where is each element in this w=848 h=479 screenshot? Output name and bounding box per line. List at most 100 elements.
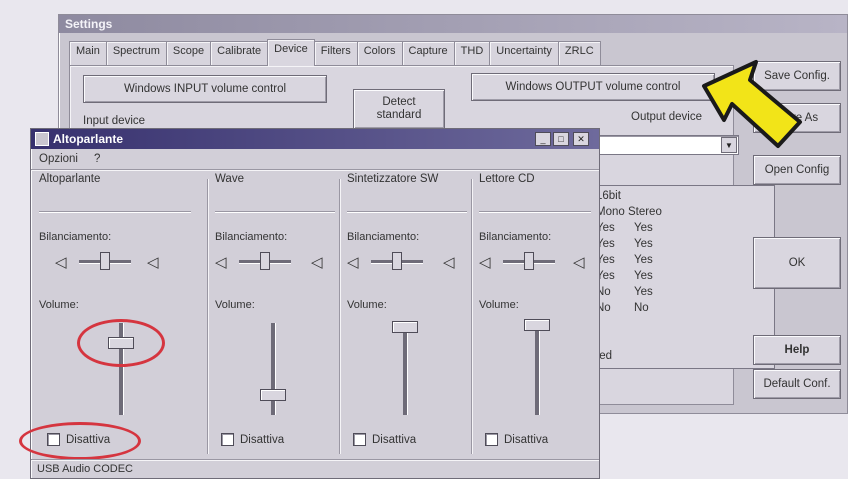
highlight-circle-mute: [19, 422, 141, 460]
default-conf-button[interactable]: Default Conf.: [753, 369, 841, 399]
volume-label: Volume:: [215, 299, 255, 311]
settings-tabs: Main Spectrum Scope Calibrate Device Fil…: [69, 39, 601, 66]
tab-uncertainty[interactable]: Uncertainty: [489, 41, 559, 65]
channel-lettore-cd: Lettore CD Bilanciamento: ◁ ◁ Volume: Di…: [479, 173, 595, 463]
capability-table: 16bit Mono Stereo Yes Yes Yes Yes Yes Yes Y…: [589, 185, 775, 369]
balance-slider[interactable]: ◁ ◁: [55, 251, 165, 273]
capability-cell: Yes: [596, 222, 615, 234]
mute-label: Disattiva: [240, 433, 285, 446]
mute-checkbox[interactable]: [221, 433, 234, 446]
output-device-label: Output device: [631, 111, 702, 123]
yellow-pointer-arrow-icon: [702, 60, 802, 148]
volume-thumb[interactable]: [260, 389, 286, 401]
right-speaker-icon: ◁: [147, 254, 159, 271]
capability-cell: Yes: [596, 270, 615, 282]
detect-standard-button[interactable]: Detect standard: [353, 89, 445, 129]
maximize-icon[interactable]: □: [553, 132, 569, 146]
balance-slider[interactable]: ◁ ◁: [347, 251, 463, 273]
volume-slider[interactable]: [271, 323, 275, 415]
right-speaker-icon: ◁: [443, 254, 455, 271]
ok-button[interactable]: OK: [753, 237, 841, 289]
capability-cell: Yes: [634, 270, 653, 282]
tab-capture[interactable]: Capture: [401, 41, 455, 65]
mute-label: Disattiva: [372, 433, 417, 446]
mixer-status-bar: USB Audio CODEC: [37, 463, 133, 475]
capability-cell: No: [596, 302, 611, 314]
capability-cell: Yes: [634, 254, 653, 266]
balance-thumb[interactable]: [100, 252, 110, 270]
capability-cell: Yes: [634, 286, 653, 298]
channel-wave: Wave Bilanciamento: ◁ ◁ Volume: Disattiv…: [215, 173, 341, 463]
balance-label: Bilanciamento:: [479, 231, 552, 243]
balance-label: Bilanciamento:: [215, 231, 288, 243]
channel-title: Wave: [215, 173, 244, 185]
speaker-app-icon: [35, 132, 49, 146]
right-speaker-icon: ◁: [573, 254, 585, 271]
mute-checkbox-row[interactable]: Disattiva: [485, 433, 548, 446]
balance-slider[interactable]: ◁ ◁: [479, 251, 591, 273]
channel-separator: [471, 179, 472, 454]
mute-checkbox-row[interactable]: Disattiva: [353, 433, 416, 446]
left-speaker-icon: ◁: [479, 254, 491, 271]
settings-title-bar: Settings: [59, 15, 847, 33]
volume-slider[interactable]: [535, 323, 539, 415]
volume-label: Volume:: [39, 299, 79, 311]
capability-cell: No: [634, 302, 649, 314]
volume-label: Volume:: [479, 299, 519, 311]
volume-thumb[interactable]: [524, 319, 550, 331]
minimize-icon[interactable]: _: [535, 132, 551, 146]
tab-calibrate[interactable]: Calibrate: [210, 41, 269, 65]
tab-colors[interactable]: Colors: [356, 41, 403, 65]
mute-checkbox-row[interactable]: Disattiva: [221, 433, 284, 446]
mute-label: Disattiva: [504, 433, 549, 446]
volume-slider[interactable]: [403, 323, 407, 415]
channel-title: Sintetizzatore SW: [347, 173, 439, 185]
capability-cell: Yes: [596, 238, 615, 250]
volume-mixer-window: Altoparlante _ □ ✕ Opzioni ? Altoparlant…: [19, 128, 600, 479]
balance-thumb[interactable]: [524, 252, 534, 270]
right-speaker-icon: ◁: [311, 254, 323, 271]
channel-separator: [339, 179, 340, 454]
capability-cell: Yes: [596, 254, 615, 266]
tab-zrlc[interactable]: ZRLC: [557, 41, 601, 65]
tab-thd[interactable]: THD: [453, 41, 491, 65]
windows-input-volume-button[interactable]: Windows INPUT volume control: [83, 75, 327, 103]
channel-sintetizzatore: Sintetizzatore SW Bilanciamento: ◁ ◁ Vol…: [347, 173, 475, 463]
tab-device[interactable]: Device: [267, 39, 315, 66]
capability-cell: No: [596, 286, 611, 298]
mute-checkbox[interactable]: [485, 433, 498, 446]
channel-title: Lettore CD: [479, 173, 535, 185]
channel-altoparlante: Altoparlante Bilanciamento: ◁ ◁ Volume: …: [19, 173, 199, 463]
balance-label: Bilanciamento:: [39, 231, 112, 243]
tab-main[interactable]: Main: [69, 41, 107, 65]
help-button[interactable]: Help: [753, 335, 841, 365]
windows-output-volume-button[interactable]: Windows OUTPUT volume control: [471, 73, 715, 101]
open-config-button[interactable]: Open Config: [753, 155, 841, 185]
mixer-menu-bar: Opzioni ?: [39, 153, 100, 165]
capability-cell: Yes: [634, 222, 653, 234]
menu-opzioni[interactable]: Opzioni: [39, 153, 78, 165]
balance-thumb[interactable]: [392, 252, 402, 270]
left-speaker-icon: ◁: [55, 254, 67, 271]
tab-filters[interactable]: Filters: [313, 41, 358, 65]
volume-label: Volume:: [347, 299, 387, 311]
volume-thumb[interactable]: [392, 321, 418, 333]
left-speaker-icon: ◁: [347, 254, 359, 271]
highlight-circle-volume: [77, 319, 165, 367]
channel-separator: [207, 179, 208, 454]
menu-help[interactable]: ?: [94, 153, 100, 165]
mute-checkbox[interactable]: [353, 433, 366, 446]
capability-header-2: Mono Stereo: [596, 206, 662, 218]
mixer-title: Altoparlante: [53, 132, 124, 146]
balance-slider[interactable]: ◁ ◁: [215, 251, 331, 273]
input-device-label: Input device: [83, 115, 146, 127]
tab-scope[interactable]: Scope: [165, 41, 212, 65]
capability-cell: Yes: [634, 238, 653, 250]
left-speaker-icon: ◁: [215, 254, 227, 271]
mixer-title-bar: Altoparlante: [31, 129, 599, 149]
balance-thumb[interactable]: [260, 252, 270, 270]
tab-spectrum[interactable]: Spectrum: [105, 41, 167, 65]
channel-title: Altoparlante: [39, 173, 101, 185]
close-icon[interactable]: ✕: [573, 132, 589, 146]
balance-label: Bilanciamento:: [347, 231, 420, 243]
